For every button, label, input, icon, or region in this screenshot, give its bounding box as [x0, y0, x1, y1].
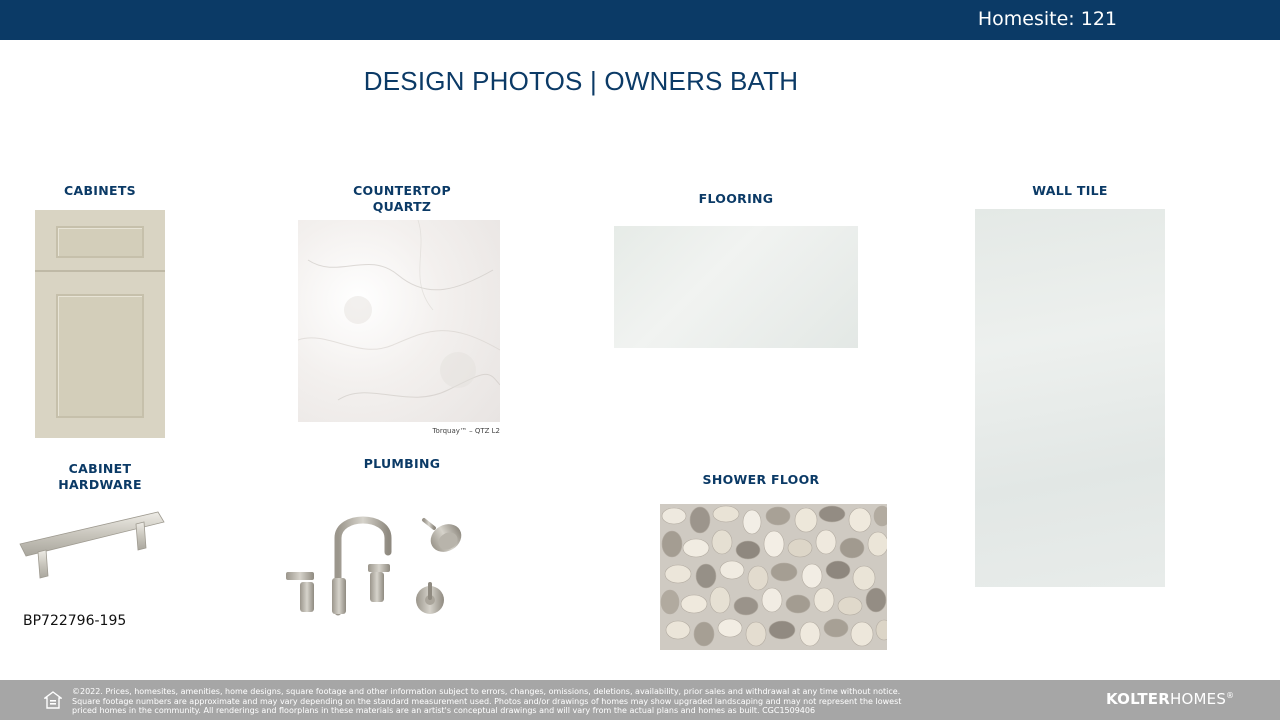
homesite-number: Homesite: 121	[977, 8, 1117, 30]
page-title: DESIGN PHOTOS | OWNERS BATH	[363, 66, 799, 96]
disclaimer-line3: priced homes in the community. All rende…	[72, 706, 816, 715]
footer-bar: ©2022. Prices, homesites, amenities, hom…	[0, 680, 1280, 720]
faucet-set-icon	[286, 516, 462, 616]
logo-bold-text: KOLTER	[1106, 690, 1171, 708]
cabinet-pull-image	[18, 508, 166, 582]
countertop-label: COUNTERTOP QUARTZ	[322, 183, 482, 215]
equal-housing-icon	[44, 691, 62, 709]
wall-tile-label: WALL TILE	[1032, 183, 1108, 198]
hardware-product-code: BP722796-195	[23, 613, 127, 629]
shower-floor-label: SHOWER FLOOR	[702, 472, 820, 487]
logo-light-text: HOMES	[1170, 690, 1227, 708]
logo-registered-mark: ®	[1226, 691, 1235, 700]
cabinet-hardware-label-line1: CABINET	[68, 461, 132, 476]
wall-tile-image	[975, 209, 1165, 587]
header-bar: Homesite: 121	[0, 0, 1280, 40]
plumbing-label: PLUMBING	[363, 456, 441, 471]
kolter-homes-logo: KOLTERHOMES®	[1106, 690, 1234, 708]
flooring-label: FLOORING	[698, 191, 774, 206]
cabinet-hardware-label-line2: HARDWARE	[58, 477, 142, 492]
shower-floor-pebble-image	[660, 504, 887, 650]
cabinet-hardware-label: CABINET HARDWARE	[30, 461, 170, 493]
legal-disclaimer: ©2022. Prices, homesites, amenities, hom…	[72, 687, 1097, 716]
disclaimer-line1: ©2022. Prices, homesites, amenities, hom…	[72, 687, 901, 696]
cabinets-label: CABINETS	[64, 183, 136, 198]
plumbing-fixtures-image	[284, 508, 474, 626]
cabinet-door-image	[35, 210, 165, 438]
cabinet-pull-icon	[19, 511, 165, 579]
pebble-mosaic	[660, 504, 887, 650]
countertop-label-line1: COUNTERTOP	[353, 183, 451, 198]
flooring-tile-image	[614, 226, 858, 348]
cabinet-drawer-panel	[56, 226, 144, 258]
marble-veins	[298, 220, 500, 401]
cabinet-door-panel	[56, 294, 144, 418]
countertop-quartz-image	[298, 220, 500, 422]
countertop-product-note: Torquay™ – QTZ L2	[432, 427, 500, 435]
countertop-label-line2: QUARTZ	[372, 199, 432, 214]
disclaimer-line2: Square footage numbers are approximate a…	[72, 696, 902, 706]
